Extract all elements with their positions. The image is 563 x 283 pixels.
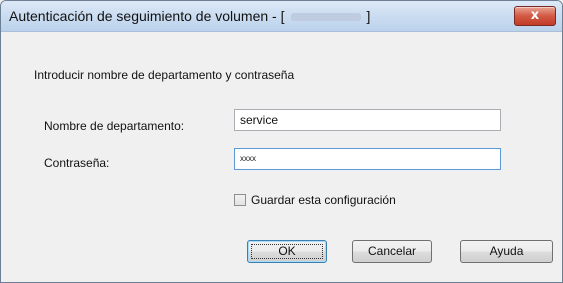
cancel-button[interactable]: Cancelar xyxy=(352,240,432,263)
password-input[interactable]: xxxx xyxy=(234,148,501,170)
instruction-text: Introducir nombre de departamento y cont… xyxy=(34,68,295,82)
save-settings-label: Guardar esta configuración xyxy=(251,193,396,207)
password-label: Contraseña: xyxy=(44,156,110,170)
dialog-content: Introducir nombre de departamento y cont… xyxy=(1,32,562,282)
dialog-window: Autenticación de seguimiento de volumen … xyxy=(0,0,563,283)
close-icon: x xyxy=(530,8,540,23)
window-title-suffix: ] xyxy=(366,8,371,24)
save-settings-row[interactable]: Guardar esta configuración xyxy=(234,193,396,207)
ok-button[interactable]: OK xyxy=(247,240,327,263)
window-title-prefix: Autenticación de seguimiento de volumen … xyxy=(9,8,285,24)
close-button[interactable]: x xyxy=(514,6,556,26)
save-settings-checkbox[interactable] xyxy=(234,194,246,206)
department-label: Nombre de departamento: xyxy=(44,119,185,133)
department-name-input[interactable]: service xyxy=(234,109,501,131)
focus-ring xyxy=(251,244,323,259)
redacted-printer-name xyxy=(290,13,361,22)
title-bar[interactable]: Autenticación de seguimiento de volumen … xyxy=(1,1,562,32)
help-button-label: Ayuda xyxy=(489,244,524,258)
window-title: Autenticación de seguimiento de volumen … xyxy=(9,8,370,24)
help-button[interactable]: Ayuda xyxy=(460,240,553,263)
cancel-button-label: Cancelar xyxy=(367,244,417,258)
